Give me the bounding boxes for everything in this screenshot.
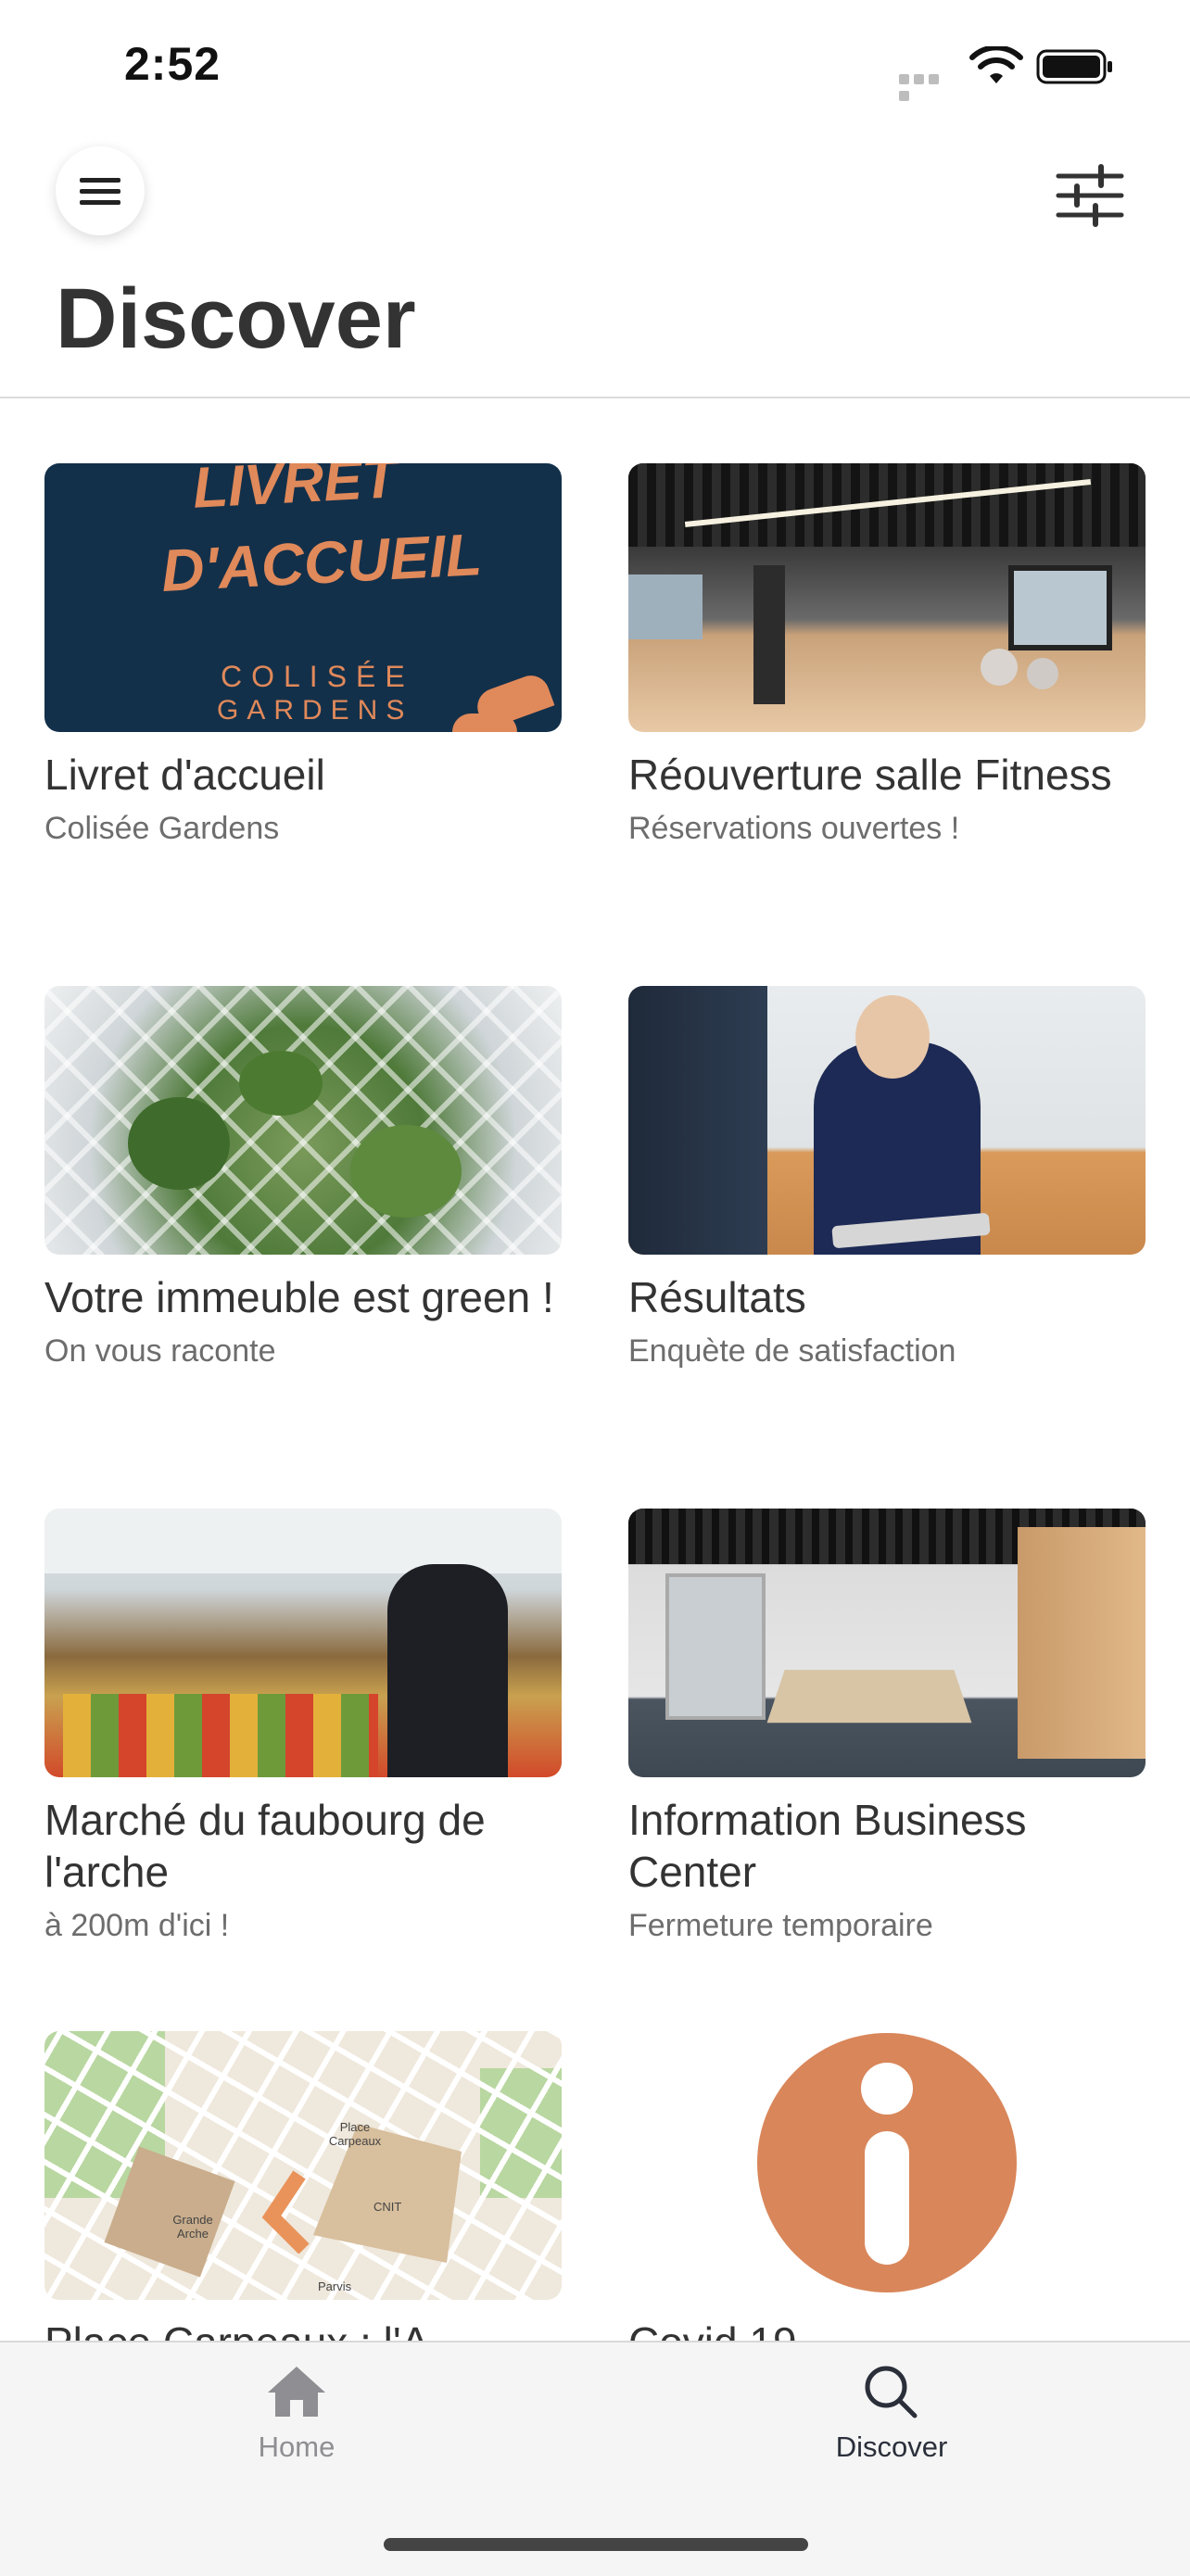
exercise-ball: [981, 649, 1018, 686]
card-title: Covid 19: [628, 2317, 1146, 2341]
card-subtitle: Fermeture temporaire: [628, 1908, 933, 1943]
card-green-building[interactable]: Votre immeuble est green ! On vous racon…: [44, 986, 562, 1371]
card-subtitle: à 200m d'ici !: [44, 1908, 230, 1943]
meeting-table: [766, 1670, 972, 1724]
card-image-gym: [628, 463, 1146, 732]
hamburger-icon: [80, 178, 120, 205]
battery-icon: [1036, 49, 1112, 84]
exercise-ball: [1027, 658, 1058, 689]
map-streets: [44, 2031, 562, 2300]
discover-grid[interactable]: LIVRET D'ACCUEIL COLISÉE GARDENS Livret …: [0, 398, 1190, 2341]
card-place-carpeaux[interactable]: Place Carpeaux Grande Arche CNIT Parvis …: [44, 2031, 562, 2341]
card-title: Marché du faubourg de l'arche: [44, 1796, 486, 1896]
produce-stall: [63, 1694, 378, 1777]
card-title: Place Carpeaux : l'A...: [44, 2317, 562, 2341]
window: [1008, 565, 1112, 650]
map-label: Parvis: [318, 2279, 352, 2293]
livret-title-art: LIVRET: [191, 463, 399, 521]
map-label: Place Carpeaux: [328, 2120, 382, 2148]
card-subtitle: On vous raconte: [44, 1333, 276, 1369]
pillar: [753, 565, 785, 704]
card-resultats[interactable]: Résultats Enquète de satisfaction: [628, 986, 1146, 1371]
search-icon: [865, 2366, 918, 2418]
cellular-signal-icon: [899, 72, 956, 101]
home-indicator: [384, 2538, 808, 2551]
card-business-center[interactable]: Information Business Center Fermeture te…: [628, 1509, 1146, 1946]
page-title: Discover: [56, 271, 416, 366]
info-icon: [757, 2033, 1017, 2292]
window: [665, 1573, 766, 1720]
tree: [239, 1051, 323, 1116]
home-icon: [268, 2367, 325, 2417]
shopper: [387, 1564, 508, 1777]
card-subtitle: Réservations ouvertes !: [628, 811, 960, 846]
card-title: Information Business Center: [628, 1796, 1027, 1896]
colisee-logo-text: COLISÉE: [221, 660, 414, 693]
filter-settings-icon[interactable]: [1053, 163, 1127, 228]
menu-button[interactable]: [56, 146, 145, 235]
tab-discover[interactable]: Discover: [753, 2363, 1031, 2464]
status-time: 2:52: [124, 38, 222, 90]
card-fitness[interactable]: Réouverture salle Fitness Réservations o…: [628, 463, 1146, 849]
card-title: Livret d'accueil: [44, 751, 325, 799]
card-covid[interactable]: Covid 19: [628, 2031, 1146, 2341]
tree: [128, 1097, 230, 1190]
card-marche[interactable]: Marché du faubourg de l'arche à 200m d'i…: [44, 1509, 562, 1946]
tab-label: Home: [258, 2431, 335, 2463]
card-subtitle: Enquète de satisfaction: [628, 1333, 956, 1369]
wifi-icon: [969, 46, 1023, 83]
tree: [350, 1125, 462, 1218]
map-label: CNIT: [373, 2200, 402, 2214]
card-image-reception: [628, 986, 1146, 1255]
map-label: Grande Arche: [172, 2213, 213, 2241]
map-highlight-marker: [262, 2170, 310, 2254]
card-image-market: [44, 1509, 562, 1777]
card-image-atrium: [44, 986, 562, 1255]
card-title: Votre immeuble est green !: [44, 1273, 554, 1321]
card-title: Résultats: [628, 1273, 806, 1321]
tab-label: Discover: [835, 2431, 948, 2463]
card-image-meeting-room: [628, 1509, 1146, 1777]
card-subtitle: Colisée Gardens: [44, 811, 280, 846]
wooden-door: [1018, 1527, 1146, 1759]
market-awning: [44, 1509, 562, 1573]
card-image-map: Place Carpeaux Grande Arche CNIT Parvis: [44, 2031, 562, 2300]
leaf-decoration: [452, 713, 517, 732]
card-livret-accueil[interactable]: LIVRET D'ACCUEIL COLISÉE GARDENS Livret …: [44, 463, 562, 849]
glass-roof-pattern: [44, 986, 562, 1255]
card-image-info: [628, 2031, 1146, 2300]
card-image: LIVRET D'ACCUEIL COLISÉE GARDENS: [44, 463, 562, 732]
status-bar: 2:52: [0, 0, 1190, 130]
tab-home[interactable]: Home: [158, 2363, 436, 2464]
person-suit: [628, 986, 767, 1255]
card-title: Réouverture salle Fitness: [628, 751, 1112, 799]
livret-title-art: D'ACCUEIL: [159, 520, 484, 605]
colisee-logo-text: GARDENS: [217, 695, 413, 726]
person-face: [855, 995, 930, 1079]
window: [628, 575, 703, 639]
